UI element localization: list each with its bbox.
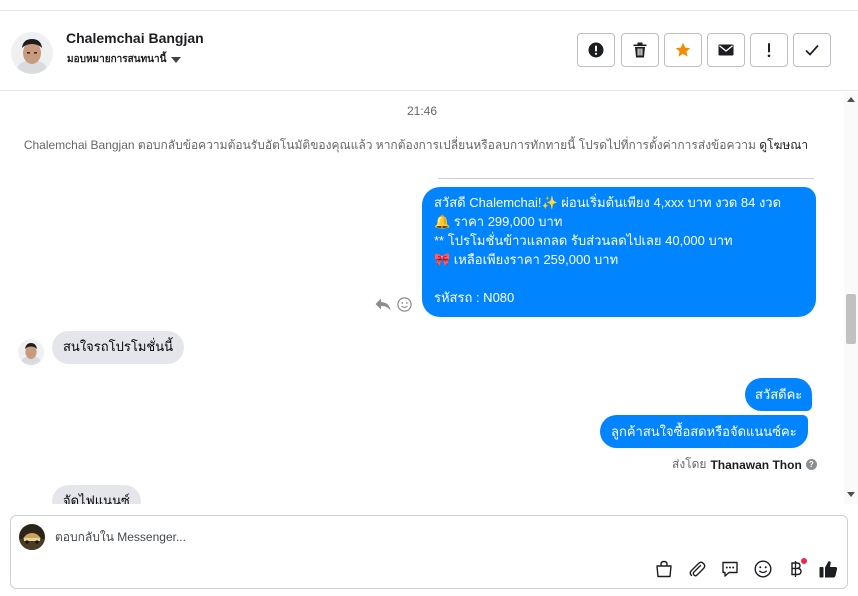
baht-payment-icon[interactable] — [785, 558, 807, 579]
conversation-header: Chalemchai Bangjan มอบหมายการสนทนานี้ — [0, 11, 858, 91]
follow-up-button[interactable] — [750, 33, 788, 67]
scroll-up-arrow-icon[interactable] — [847, 97, 855, 102]
trash-icon — [633, 42, 647, 58]
promo-line-4: 🎀 เหลือเพียงราคา 259,000 บาท — [434, 252, 619, 267]
incoming-message-bubble[interactable]: สนใจรถโปรโมชั่นนี้ — [52, 331, 185, 364]
sender-name: Thanawan Thon — [710, 457, 802, 472]
help-icon[interactable]: ? — [805, 459, 817, 470]
outgoing-message-bubble[interactable]: สวัสดีคะ — [745, 378, 813, 411]
thumbs-up-icon[interactable] — [818, 558, 839, 579]
mark-done-button[interactable] — [793, 33, 831, 67]
message-thread[interactable]: 21:46 Chalemchai Bangjan ตอบกลับข้อความต… — [0, 92, 844, 504]
scroll-down-arrow-icon[interactable] — [847, 492, 855, 497]
promo-line-3: ** โปรโมชั่นข้าวแลกลด รับส่วนลดไปเลย 40,… — [434, 233, 733, 248]
contact-avatar-small[interactable] — [18, 339, 44, 365]
promo-line-1: สวัสดี Chalemchai!✨ ผ่อนเริ่มต้นเพียง 4,… — [434, 195, 782, 210]
alert-circle-icon — [588, 42, 604, 58]
sent-by-prefix: ส่งโดย — [672, 457, 707, 471]
ad-divider — [438, 178, 814, 179]
auto-reply-notice: Chalemchai Bangjan ตอบกลับข้อความต้อนรับ… — [0, 136, 832, 155]
star-icon — [675, 42, 691, 57]
mark-unread-button[interactable] — [707, 33, 745, 67]
outgoing-message-bubble[interactable]: ลูกค้าสนใจซื้อสดหรือจัดแนนซ์คะ — [600, 415, 808, 448]
reply-input[interactable] — [55, 530, 615, 544]
paperclip-icon[interactable] — [686, 558, 707, 579]
composer-toolbar — [653, 558, 839, 579]
view-ad-link[interactable]: ดูโฆษณา — [759, 138, 808, 152]
check-icon — [805, 44, 819, 56]
notification-dot — [801, 558, 807, 564]
reply-icon[interactable] — [375, 298, 391, 311]
promo-spacer — [434, 269, 804, 288]
thread-scrollbar[interactable] — [844, 92, 858, 504]
message-actions — [375, 297, 412, 312]
promo-line-2: 🔔 ราคา 299,000 บาท — [434, 214, 563, 229]
incoming-message-text: สนใจรถโปรโมชั่นนี้ — [63, 339, 174, 354]
reply-composer — [10, 515, 848, 589]
contact-avatar[interactable] — [11, 32, 53, 74]
delete-button[interactable] — [621, 33, 659, 67]
shopping-bag-icon[interactable] — [653, 558, 674, 579]
assign-conversation-dropdown[interactable]: มอบหมายการสนทนานี้ — [67, 52, 182, 67]
emoji-reaction-icon[interactable] — [397, 297, 412, 312]
contact-name[interactable]: Chalemchai Bangjan — [66, 30, 204, 46]
auto-reply-notice-text: Chalemchai Bangjan ตอบกลับข้อความต้อนรับ… — [23, 138, 756, 152]
star-button[interactable] — [664, 33, 702, 67]
envelope-icon — [718, 44, 734, 56]
outgoing-message-text: ลูกค้าสนใจซื้อสดหรือจัดแนนซ์คะ — [611, 424, 797, 439]
chevron-down-icon — [171, 56, 182, 63]
message-timestamp: 21:46 — [406, 104, 438, 118]
scroll-thumb[interactable] — [846, 294, 856, 344]
outgoing-message-text: สวัสดีคะ — [755, 387, 803, 402]
assign-label: มอบหมายการสนทนานี้ — [67, 54, 167, 65]
incoming-message-text: จัดไฟแนนซ์ — [63, 493, 130, 504]
exclamation-icon — [767, 43, 771, 58]
mark-spam-button[interactable] — [577, 33, 615, 67]
incoming-message-bubble[interactable]: จัดไฟแนนซ์ — [52, 485, 141, 504]
emoji-icon[interactable] — [752, 558, 773, 579]
saved-reply-icon[interactable] — [719, 558, 740, 579]
sent-by-label: ส่งโดย Thanawan Thon ? — [672, 455, 817, 474]
promo-message-bubble[interactable]: สวัสดี Chalemchai!✨ ผ่อนเริ่มต้นเพียง 4,… — [422, 187, 816, 317]
page-avatar — [19, 524, 45, 550]
promo-line-5: รหัสรถ : N080 — [434, 290, 515, 305]
